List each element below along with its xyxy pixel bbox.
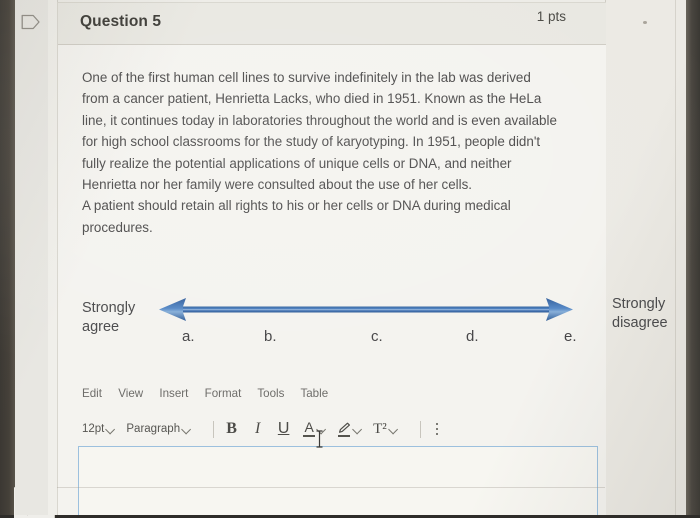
prompt-line: One of the first human cell lines to sur… xyxy=(82,70,531,85)
question-points: 1 pts xyxy=(536,9,566,24)
scale-option-e[interactable]: e. xyxy=(564,328,577,345)
text-color-letter: A xyxy=(304,419,314,435)
scale-label-strongly-disagree: Strongly disagree xyxy=(612,295,668,333)
question-title: Question 5 xyxy=(80,13,162,30)
menu-insert[interactable]: Insert xyxy=(159,387,188,400)
i-beam-cursor-icon xyxy=(315,430,324,448)
block-format-dropdown[interactable]: Paragraph xyxy=(126,423,192,435)
likert-scale: Strongly agree Strongly disagree a. b. c… xyxy=(58,295,668,357)
scale-option-c[interactable]: c. xyxy=(371,328,383,345)
editor-toolbar: 12pt Paragraph B I U A T² xyxy=(82,419,439,438)
prompt-line: line, it continues today in laboratories… xyxy=(82,112,557,128)
flag-outline-icon[interactable] xyxy=(21,14,41,30)
toolbar-divider xyxy=(213,420,215,438)
chevron-down-icon xyxy=(181,424,192,434)
answer-textarea[interactable] xyxy=(78,446,598,515)
chevron-down-icon xyxy=(387,424,398,434)
prompt-line: for high school classrooms for the study… xyxy=(82,134,541,150)
question-header: Question 5 1 pts xyxy=(58,3,606,45)
highlight-color-button[interactable] xyxy=(337,422,363,437)
page-right-panel xyxy=(605,0,686,515)
prompt-line: procedures. xyxy=(82,219,153,235)
screen-dust-speck xyxy=(643,21,647,24)
menu-view[interactable]: View xyxy=(118,387,143,400)
highlight-color-swatch xyxy=(338,434,351,437)
toolbar-divider-2 xyxy=(419,420,421,438)
scale-label-agree-line2: agree xyxy=(82,319,120,335)
underline-button[interactable]: U xyxy=(277,420,290,438)
chevron-down-icon xyxy=(105,424,116,434)
menu-tools[interactable]: Tools xyxy=(257,387,284,400)
scale-label-strongly-agree: Strongly agree xyxy=(82,299,135,337)
superscript-button[interactable]: T² xyxy=(373,421,398,438)
question-body: One of the first human cell lines to sur… xyxy=(58,45,668,515)
bold-button[interactable]: B xyxy=(225,420,238,438)
photo-seam-line xyxy=(57,487,605,488)
page-right-divider-outer xyxy=(675,0,676,515)
chevron-down-icon xyxy=(352,424,363,434)
question-card: Question 5 1 pts One of the first human … xyxy=(57,2,668,515)
scale-option-a[interactable]: a. xyxy=(182,328,195,345)
superscript-icon: T² xyxy=(373,420,387,437)
italic-button[interactable]: I xyxy=(251,420,264,438)
screen-photograph: Question 5 1 pts One of the first human … xyxy=(0,0,700,518)
monitor-bezel-left xyxy=(0,0,15,515)
double-headed-arrow-icon xyxy=(156,295,576,332)
menu-table[interactable]: Table xyxy=(300,387,328,400)
scale-label-disagree-line2: disagree xyxy=(612,315,668,331)
prompt-line: Henrietta nor her family were consulted … xyxy=(82,177,473,193)
menu-edit[interactable]: Edit xyxy=(82,387,102,400)
scale-label-agree-line1: Strongly xyxy=(82,300,136,316)
kebab-menu-icon[interactable] xyxy=(435,422,439,436)
page-left-gutter xyxy=(15,0,58,515)
scale-label-disagree-line1: Strongly xyxy=(612,296,666,312)
menu-format[interactable]: Format xyxy=(205,387,242,400)
screen-content: Question 5 1 pts One of the first human … xyxy=(15,0,686,515)
font-size-value: 12pt xyxy=(82,423,105,435)
monitor-bezel-right xyxy=(686,0,700,515)
font-size-dropdown[interactable]: 12pt xyxy=(82,423,116,435)
text-color-swatch xyxy=(303,435,316,437)
block-format-value: Paragraph xyxy=(126,423,181,435)
prompt-line: fully realize the potential applications… xyxy=(82,155,512,171)
prompt-line: A patient should retain all rights to hi… xyxy=(82,198,511,214)
scale-option-d[interactable]: d. xyxy=(466,328,479,345)
scale-option-b[interactable]: b. xyxy=(264,328,277,345)
question-prompt: One of the first human cell lines to sur… xyxy=(82,67,582,238)
prompt-line: from a cancer patient, Henrietta Lacks, … xyxy=(82,91,542,107)
editor-menubar: Edit View Insert Format Tools Table xyxy=(82,387,341,400)
page-left-gutter-inner xyxy=(48,0,57,515)
highlight-pen-icon xyxy=(337,422,351,437)
text-color-icon: A xyxy=(303,419,316,437)
